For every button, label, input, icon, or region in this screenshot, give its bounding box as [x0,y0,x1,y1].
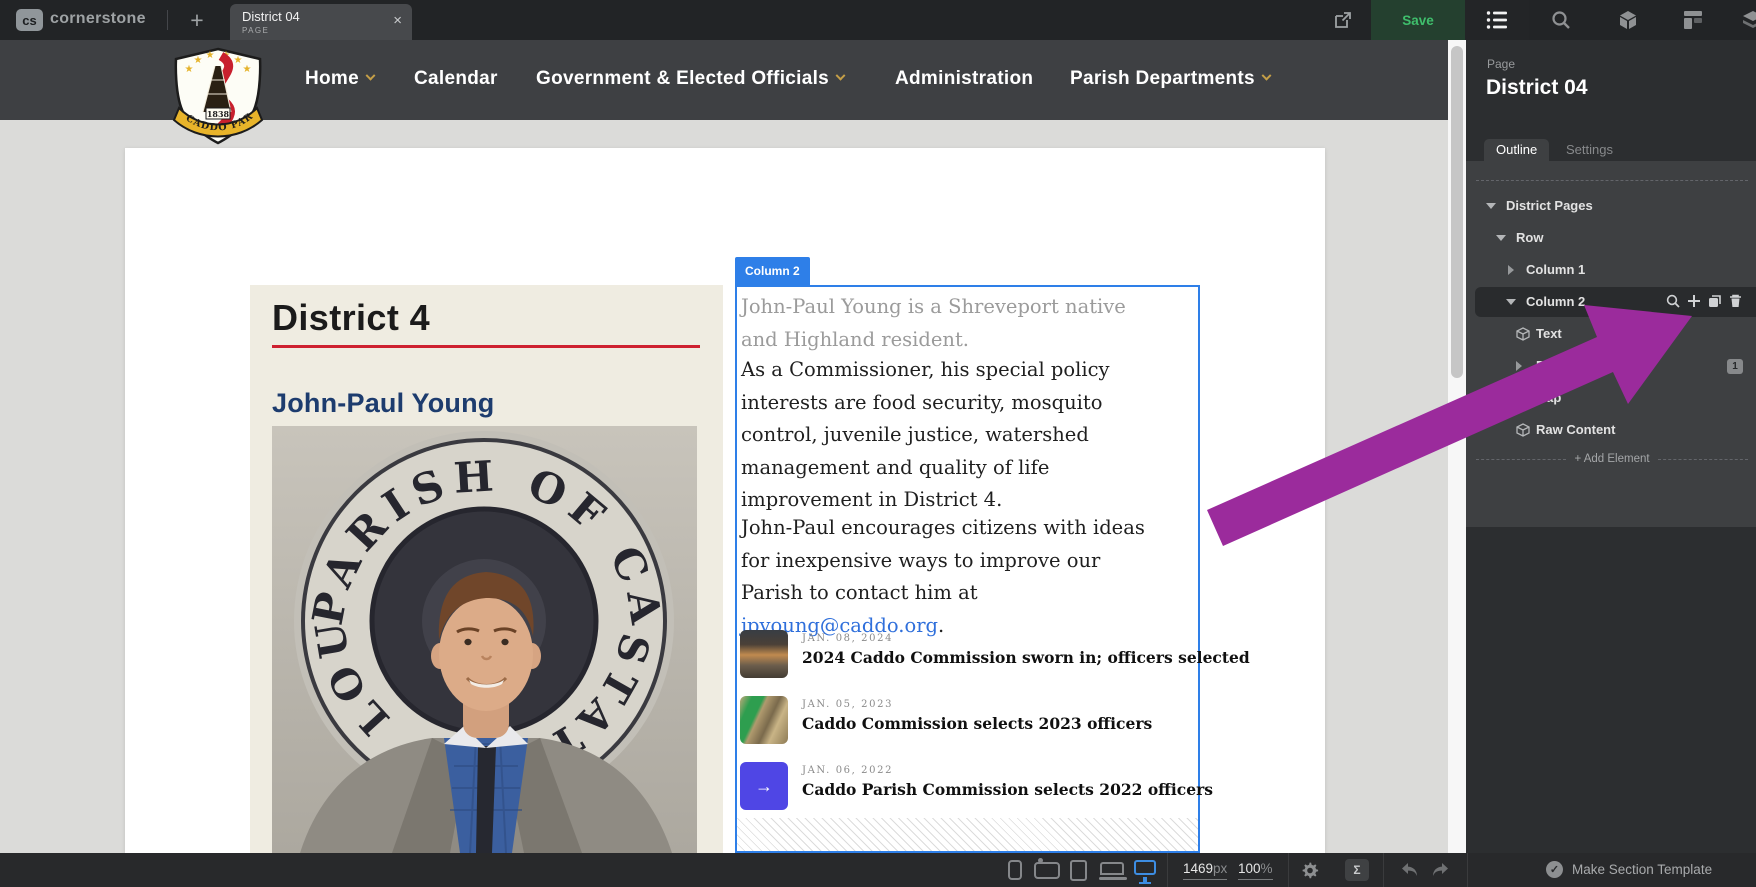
add-icon[interactable] [1687,294,1701,308]
heading-rule [272,345,700,348]
svg-text:★: ★ [234,55,243,66]
divider [1476,180,1748,181]
svg-text:★: ★ [206,50,215,61]
layers-icon[interactable] [1741,9,1756,31]
post-count-badge: 1 [1727,359,1743,374]
tab-outline[interactable]: Outline [1484,139,1550,161]
cornerstone-logo-icon: cs [16,9,43,31]
nav-item-home[interactable]: Home [305,68,376,90]
svg-text:★: ★ [185,64,194,75]
tree-row-raw-content[interactable]: Raw Content [1466,415,1756,445]
element-cube-icon [1516,327,1530,341]
news-item-2023[interactable]: JAN. 05, 2023 Caddo Commission selects 2… [740,696,1180,746]
divider [1467,853,1468,887]
undo-icon[interactable] [1400,861,1420,879]
caddo-parish-logo[interactable]: ★★★ ★★★ 1838 CADDO PARISH [163,46,273,146]
nav-item-calendar[interactable]: Calendar [414,68,498,90]
policy-paragraph: As a Commissioner, his special policy in… [741,358,1110,511]
divider [1167,853,1168,887]
panel-title: District 04 [1486,76,1588,99]
outline-sidebar: Page District 04 Outline Settings Distri… [1466,40,1756,853]
nav-item-parish-departments[interactable]: Parish Departments [1070,68,1272,90]
page-tab-type: PAGE [242,26,270,35]
chevron-down-icon [365,70,376,81]
tree-row-column-2[interactable]: Column 2 [1466,287,1756,317]
divider [1288,853,1289,887]
preview-tablet-icon[interactable] [1070,860,1087,881]
tree-row-gap[interactable]: Gap [1466,383,1756,413]
tree-row-row[interactable]: Row [1466,223,1756,253]
duplicate-icon[interactable] [1708,294,1722,308]
outline-tree-panel: District Pages Row Column 1 Column 2 Tex… [1466,161,1756,527]
caret-down-icon[interactable] [1496,235,1506,241]
page-tab-title: District 04 [242,9,300,24]
divider [167,10,168,30]
tree-row-column-1[interactable]: Column 1 [1466,255,1756,285]
chevron-down-icon [835,70,846,81]
page-tab[interactable]: District 04 PAGE × [230,4,412,40]
element-cube-icon [1516,391,1530,405]
preview-tablet-landscape-icon[interactable] [1034,858,1060,879]
preview-settings-gear-icon[interactable] [1301,861,1319,879]
chevron-down-icon [1261,70,1272,81]
preview-scrollbar-thumb[interactable] [1451,46,1463,378]
tree-row-text[interactable]: Text [1466,319,1756,349]
zoom-level-field[interactable]: 100% [1238,861,1273,880]
preview-desktop-icon[interactable] [1134,860,1156,884]
column-2-label[interactable]: Column 2 [735,257,810,285]
brand-name: cornerstone [50,10,146,27]
add-element-button[interactable]: + Add Element [1476,451,1749,467]
caret-right-icon[interactable] [1516,361,1522,371]
redo-icon[interactable] [1430,861,1450,879]
commissioner-photo: PARISH OF CADDO STATE OF LOUISIANA [272,426,697,853]
district-heading: District 4 [272,297,431,338]
arrow-right-icon: → [740,762,788,810]
search-icon[interactable] [1549,9,1573,31]
nav-item-administration[interactable]: Administration [895,68,1033,90]
svg-text:★: ★ [194,55,203,66]
divider [1383,853,1384,887]
caret-right-icon[interactable] [1508,265,1514,275]
intro-paragraph: John-Paul Young is a Shreveport native a… [741,295,1126,351]
caret-down-icon[interactable] [1506,299,1516,305]
news-thumbnail-officers [740,696,788,744]
outline-panel-button[interactable] [1465,0,1529,40]
new-tab-button[interactable]: + [181,4,213,36]
element-cube-icon [1516,423,1530,437]
news-item-2024[interactable]: JAN. 08, 2024 2024 Caddo Commission swor… [740,630,1250,680]
svg-text:★: ★ [243,64,252,75]
components-cube-icon[interactable] [1616,9,1640,31]
top-bar: cs cornerstone + District 04 PAGE × Save [0,0,1756,40]
district-info-column: District 4 John-Paul Young PARISH OF CAD [250,285,723,853]
preview-phone-icon[interactable] [1008,860,1022,880]
news-thumbnail-meeting [740,630,788,678]
zoom-to-element-icon[interactable] [1666,294,1680,308]
panel-kicker: Page [1487,57,1516,71]
commissioner-name: John-Paul Young [272,388,495,418]
snippets-icon[interactable]: Σ [1345,859,1369,881]
caret-down-icon[interactable] [1486,203,1496,209]
empty-drop-zone [737,818,1198,851]
nav-item-government[interactable]: Government & Elected Officials [536,68,846,90]
delete-icon[interactable] [1729,294,1742,308]
status-bar: 1469px 100% Σ ✓ Make Section Template [0,853,1756,887]
layouts-icon[interactable] [1681,9,1705,31]
dashed-line [1657,458,1749,460]
news-item-2022[interactable]: → JAN. 06, 2022 Caddo Parish Commission … [740,762,1213,812]
close-tab-icon[interactable]: × [393,12,402,29]
check-icon: ✓ [1546,861,1563,878]
viewport-width-field[interactable]: 1469px [1183,861,1228,880]
open-preview-icon[interactable] [1332,9,1354,31]
logo-year: 1838 [207,109,230,119]
save-button[interactable]: Save [1371,0,1465,40]
tab-settings[interactable]: Settings [1554,139,1625,161]
tree-row-post[interactable]: Post 1 [1466,351,1756,381]
make-section-template-button[interactable]: Make Section Template [1572,862,1712,877]
tree-row-district-pages[interactable]: District Pages [1466,191,1756,221]
preview-laptop-icon[interactable] [1099,862,1127,880]
dashed-line [1476,458,1567,460]
contact-paragraph: John-Paul encourages citizens with ideas… [741,516,1145,637]
app-window: cs cornerstone + District 04 PAGE × Save [0,0,1756,887]
